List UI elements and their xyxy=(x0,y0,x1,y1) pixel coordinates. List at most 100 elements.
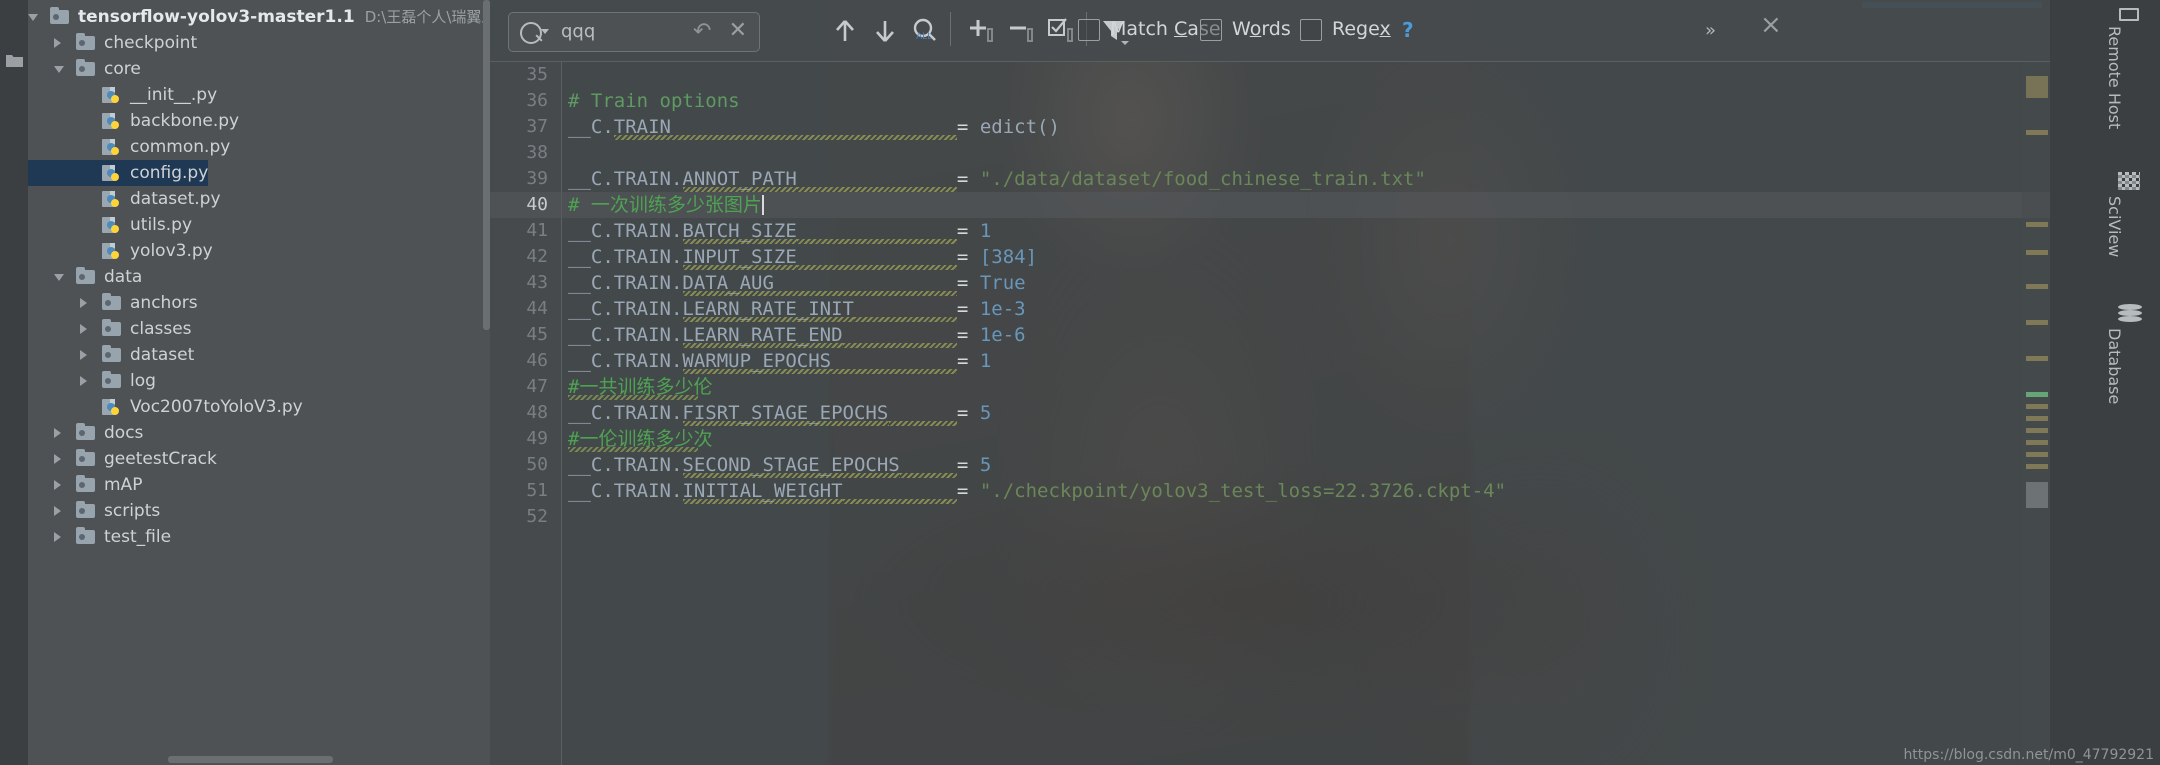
folder-icon xyxy=(102,371,121,388)
tree-item-data[interactable]: data xyxy=(28,264,142,290)
chevron-down-icon[interactable] xyxy=(54,274,64,281)
chevron-right-icon[interactable] xyxy=(80,350,87,360)
chevron-right-icon[interactable] xyxy=(54,428,61,438)
tree-item-voc2007toyolov3-py[interactable]: Voc2007toYoloV3.py xyxy=(28,394,303,420)
words-label[interactable]: Words xyxy=(1232,18,1291,40)
clear-search-icon[interactable]: ✕ xyxy=(729,20,747,42)
tree-item-label: anchors xyxy=(130,293,198,313)
python-file-icon xyxy=(102,243,120,260)
tree-item-utils-py[interactable]: utils.py xyxy=(28,212,192,238)
more-options-icon[interactable]: » xyxy=(1705,20,1716,41)
tree-item-map[interactable]: mAP xyxy=(28,472,142,498)
select-all-occurrences-icon[interactable] xyxy=(1044,14,1078,48)
tree-item-classes[interactable]: classes xyxy=(28,316,192,342)
right-tab-database-label: Database xyxy=(2105,328,2124,405)
chevron-right-icon[interactable] xyxy=(54,532,61,542)
code-line[interactable]: 51 __C.TRAIN.INITIAL_WEIGHT = "./checkpoi… xyxy=(490,478,2050,504)
folder-icon xyxy=(102,345,121,362)
close-find-icon[interactable]: × xyxy=(1760,12,1782,38)
tree-item-config-py[interactable]: config.py xyxy=(28,160,209,186)
prev-occurrence-icon[interactable] xyxy=(828,14,862,48)
code-line[interactable]: 38 xyxy=(490,140,2050,166)
folder-icon xyxy=(76,527,95,544)
next-occurrence-icon[interactable] xyxy=(868,14,902,48)
chevron-right-icon[interactable] xyxy=(80,298,87,308)
chevron-right-icon[interactable] xyxy=(80,324,87,334)
left-tool-window-bar[interactable]: 1: Proje xyxy=(0,0,28,765)
regex-label[interactable]: Regex xyxy=(1332,18,1391,40)
code-line[interactable]: 46 __C.TRAIN.WARMUP_EPOCHS = 1 xyxy=(490,348,2050,374)
tree-item-backbone-py[interactable]: backbone.py xyxy=(28,108,239,134)
tree-item-core[interactable]: core xyxy=(28,56,141,82)
code-text: # Train options xyxy=(568,90,740,112)
code-line[interactable]: 36 # Train options xyxy=(490,88,2050,114)
search-input[interactable]: qqq ↶ ✕ xyxy=(508,12,760,52)
tree-item-root[interactable]: tensorflow-yolov3-master1.1 D:\王磊个人\瑞翼工坊\… xyxy=(28,4,490,30)
tree-item-yolov3-py[interactable]: yolov3.py xyxy=(28,238,213,264)
tree-vertical-scrollbar[interactable] xyxy=(483,0,490,330)
code-text: __C.TRAIN.WARMUP_EPOCHS = 1 xyxy=(568,350,992,372)
tree-item-log[interactable]: log xyxy=(28,368,156,394)
tree-item--init-py[interactable]: __init__.py xyxy=(28,82,217,108)
chevron-right-icon[interactable] xyxy=(54,38,61,48)
code-line[interactable]: 43 __C.TRAIN.DATA_AUG = True xyxy=(490,270,2050,296)
code-line[interactable]: 40 # 一次训练多少张图片 xyxy=(490,192,2050,218)
python-file-icon xyxy=(102,87,120,104)
python-file-icon xyxy=(102,217,120,234)
regex-checkbox[interactable] xyxy=(1300,19,1322,41)
tree-item-checkpoint[interactable]: checkpoint xyxy=(28,30,197,56)
remove-occurrence-icon[interactable] xyxy=(1004,14,1038,48)
project-folder-icon xyxy=(6,52,23,67)
tree-horizontal-scrollbar[interactable] xyxy=(168,756,333,763)
code-lines[interactable]: 35 36 # Train options 37 __C.TRAIN = edict()… xyxy=(490,62,2050,765)
chevron-right-icon[interactable] xyxy=(54,480,61,490)
editor-marker-bar[interactable] xyxy=(2022,62,2050,765)
tree-item-geetestcrack[interactable]: geetestCrack xyxy=(28,446,217,472)
chevron-down-icon[interactable] xyxy=(541,29,549,34)
code-line[interactable]: 42 __C.TRAIN.INPUT_SIZE = [384] xyxy=(490,244,2050,270)
line-number: 43 xyxy=(526,272,548,293)
code-line[interactable]: 45 __C.TRAIN.LEARN_RATE_END = 1e-6 xyxy=(490,322,2050,348)
code-line[interactable]: 52 xyxy=(490,504,2050,530)
code-line[interactable]: 37 __C.TRAIN = edict() xyxy=(490,114,2050,140)
code-line[interactable]: 39 __C.TRAIN.ANNOT_PATH = "./data/dataset… xyxy=(490,166,2050,192)
newline-search-icon[interactable]: ↶ xyxy=(693,21,713,43)
code-line[interactable]: 47 #一共训练多少伦 xyxy=(490,374,2050,400)
tree-item-label: geetestCrack xyxy=(104,449,217,469)
code-text: __C.TRAIN.DATA_AUG = True xyxy=(568,272,1026,294)
project-tree[interactable]: tensorflow-yolov3-master1.1 D:\王磊个人\瑞翼工坊\… xyxy=(28,0,490,765)
tree-item-dataset[interactable]: dataset xyxy=(28,342,194,368)
words-checkbox[interactable] xyxy=(1200,19,1222,41)
right-tool-window-bar[interactable]: Remote Host SciView Database xyxy=(2050,0,2160,765)
line-number: 39 xyxy=(526,168,548,189)
code-line[interactable]: 41 __C.TRAIN.BATCH_SIZE = 1 xyxy=(490,218,2050,244)
tree-item-scripts[interactable]: scripts xyxy=(28,498,160,524)
code-editor[interactable]: 35 36 # Train options 37 __C.TRAIN = edict()… xyxy=(490,62,2050,765)
code-text: __C.TRAIN = edict() xyxy=(568,116,1060,138)
code-line[interactable]: 48 __C.TRAIN.FISRT_STAGE_EPOCHS = 5 xyxy=(490,400,2050,426)
help-icon[interactable]: ? xyxy=(1402,18,1414,42)
chevron-right-icon[interactable] xyxy=(54,454,61,464)
code-line[interactable]: 49 #一伦训练多少次 xyxy=(490,426,2050,452)
tree-item-dataset-py[interactable]: dataset.py xyxy=(28,186,221,212)
code-line[interactable]: 44 __C.TRAIN.LEARN_RATE_INIT = 1e-3 xyxy=(490,296,2050,322)
line-number: 48 xyxy=(526,402,548,423)
line-number: 47 xyxy=(526,376,548,397)
tree-item-docs[interactable]: docs xyxy=(28,420,143,446)
add-occurrence-icon[interactable] xyxy=(964,14,998,48)
tree-item-label: docs xyxy=(104,423,144,443)
chevron-right-icon[interactable] xyxy=(54,506,61,516)
chevron-down-icon[interactable] xyxy=(54,66,64,73)
match-case-checkbox[interactable] xyxy=(1078,19,1100,41)
folder-icon xyxy=(76,423,95,440)
tree-item-anchors[interactable]: anchors xyxy=(28,290,198,316)
code-line[interactable]: 50 __C.TRAIN.SECOND_STAGE_EPOCHS = 5 xyxy=(490,452,2050,478)
tree-item-common-py[interactable]: common.py xyxy=(28,134,230,160)
sciview-grid-icon xyxy=(2118,172,2140,190)
find-toolbar: qqq ↶ ✕ ALL Match C Words Regex ? » × xyxy=(490,0,2050,62)
code-line[interactable]: 35 xyxy=(490,62,2050,88)
find-all-icon[interactable]: ALL xyxy=(908,14,942,48)
chevron-down-icon[interactable] xyxy=(28,14,38,21)
chevron-right-icon[interactable] xyxy=(80,376,87,386)
tree-item-test-file[interactable]: test_file xyxy=(28,524,171,550)
